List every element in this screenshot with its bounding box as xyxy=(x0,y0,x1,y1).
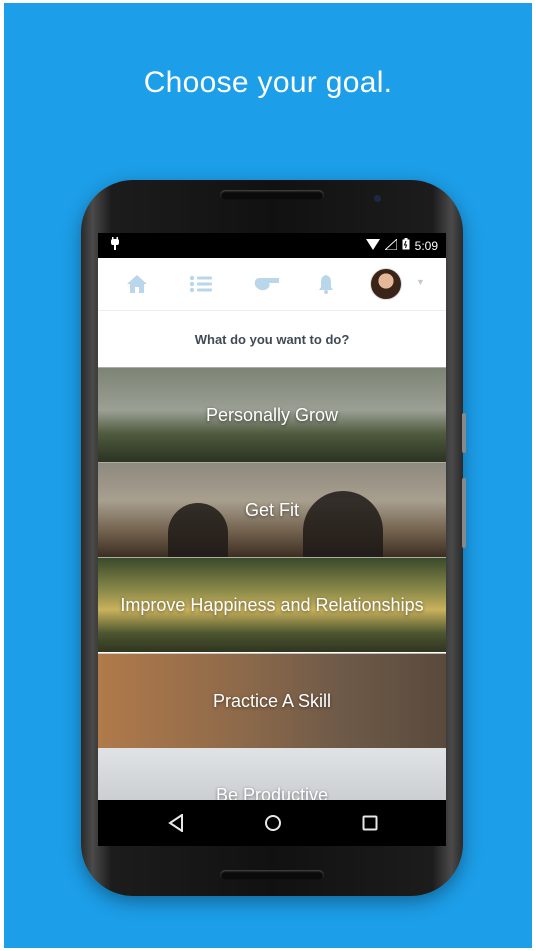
goal-label: Personally Grow xyxy=(205,404,339,425)
goal-card-be-productive[interactable]: Be Productive xyxy=(98,748,446,800)
status-time: 5:09 xyxy=(414,238,438,253)
goal-card-get-fit[interactable]: Get Fit xyxy=(98,462,446,557)
person-silhouette xyxy=(303,491,383,557)
signal-icon xyxy=(383,237,398,253)
app-nav-bar: ▼ xyxy=(98,258,446,311)
goal-label: Practice A Skill xyxy=(212,690,332,711)
person-silhouette xyxy=(168,503,228,557)
home-icon[interactable] xyxy=(124,270,150,298)
whistle-icon[interactable] xyxy=(252,270,282,298)
speaker-grille-top xyxy=(220,190,324,200)
system-navigation-bar xyxy=(98,800,446,846)
phone-screen: 5:09 ▼ What do you want to do? Personall… xyxy=(98,233,446,800)
user-avatar[interactable] xyxy=(370,268,402,300)
power-button xyxy=(462,478,466,548)
goal-prompt: What do you want to do? xyxy=(98,311,446,367)
battery-icon xyxy=(402,238,410,253)
goal-label: Be Productive xyxy=(215,785,329,800)
wifi-icon xyxy=(365,238,380,253)
goal-card-improve-happiness[interactable]: Improve Happiness and Relationships xyxy=(98,557,446,652)
recents-icon[interactable] xyxy=(358,810,382,836)
goal-label: Get Fit xyxy=(244,499,299,520)
speaker-grille-bottom xyxy=(220,870,324,880)
front-camera xyxy=(374,195,381,202)
home-circle-icon[interactable] xyxy=(261,810,285,836)
goal-card-practice-skill[interactable]: Practice A Skill xyxy=(98,653,446,748)
bell-icon[interactable] xyxy=(314,270,338,298)
goal-card-personally-grow[interactable]: Personally Grow xyxy=(98,367,446,462)
status-bar: 5:09 xyxy=(98,233,446,258)
headline: Choose your goal. xyxy=(143,66,393,99)
volume-button xyxy=(462,413,466,453)
chevron-down-icon[interactable]: ▼ xyxy=(416,277,425,287)
back-icon[interactable] xyxy=(164,810,188,836)
goal-label: Improve Happiness and Relationships xyxy=(120,594,424,615)
android-notification-icon xyxy=(110,237,120,253)
list-icon[interactable] xyxy=(188,270,214,298)
